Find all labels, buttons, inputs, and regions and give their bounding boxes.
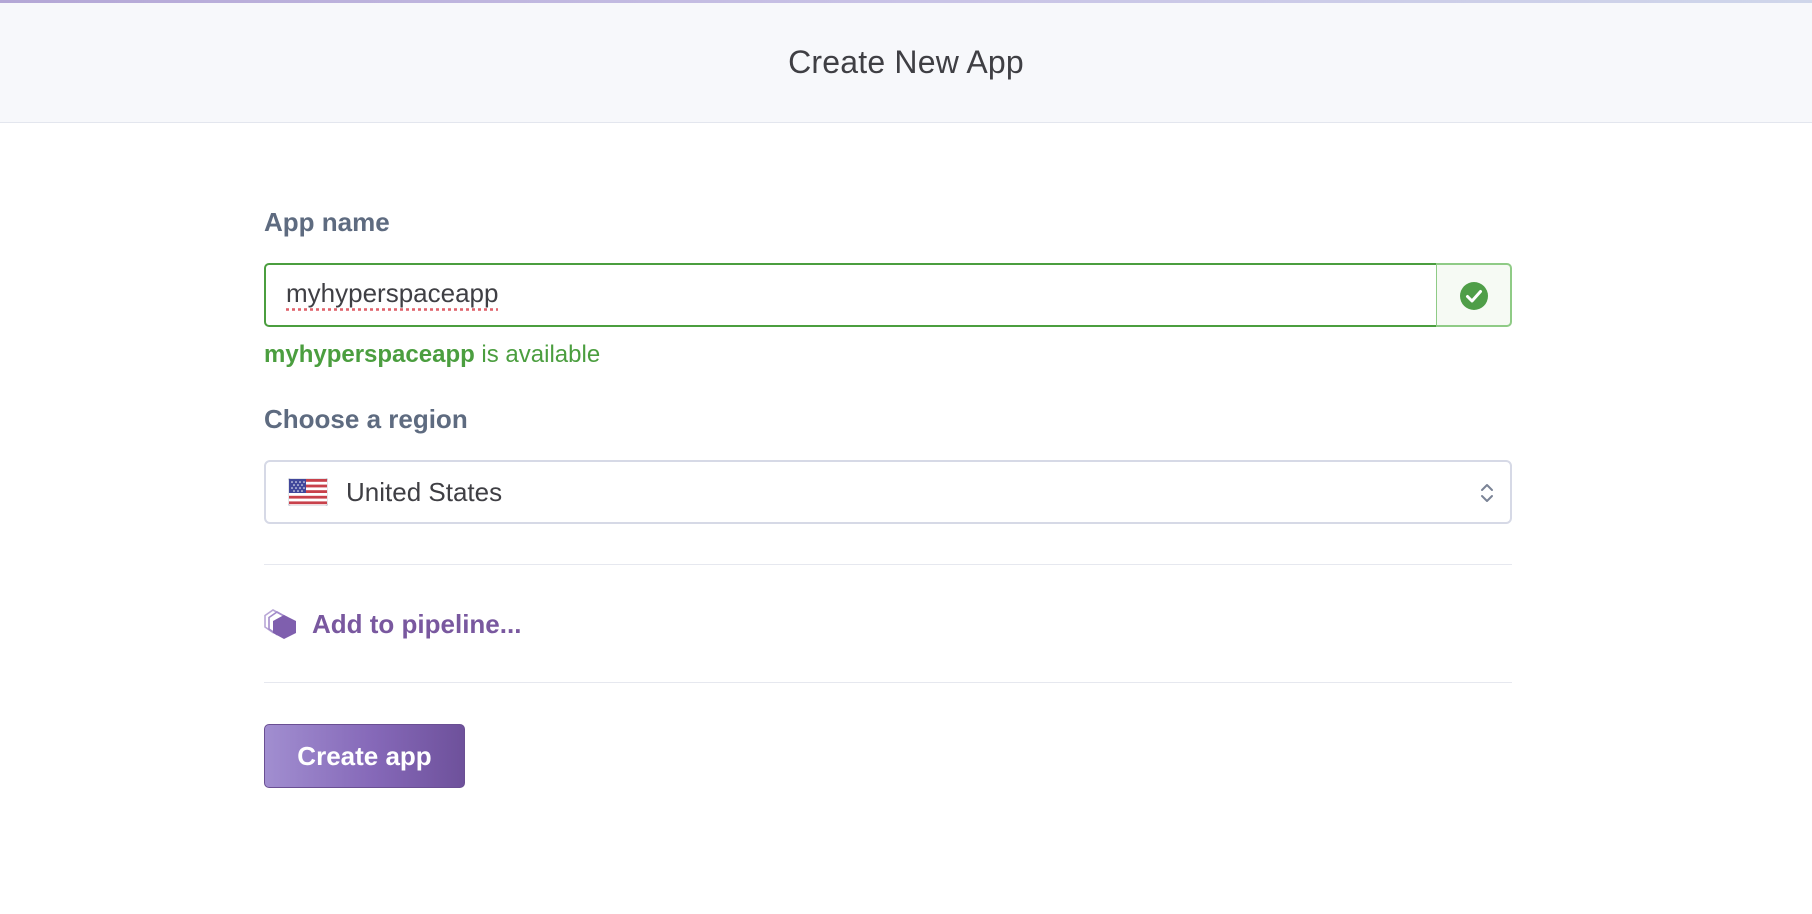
app-name-label: App name bbox=[264, 207, 390, 237]
add-to-pipeline-link[interactable]: Add to pipeline... bbox=[264, 604, 544, 644]
divider bbox=[264, 564, 1512, 565]
page-title: Create New App bbox=[788, 44, 1024, 80]
create-app-button[interactable]: Create app bbox=[264, 724, 465, 788]
page-header: Create New App bbox=[0, 0, 1812, 123]
us-flag-icon bbox=[288, 478, 328, 506]
pipeline-icon bbox=[264, 609, 296, 639]
region-selected-value: United States bbox=[346, 477, 503, 507]
app-name-input[interactable] bbox=[264, 263, 1438, 327]
availability-app-name: myhyperspaceapp bbox=[264, 341, 475, 368]
availability-message: myhyperspaceapp is available bbox=[264, 341, 600, 369]
check-circle-icon bbox=[1460, 282, 1488, 310]
app-name-field-group: myhyperspaceapp bbox=[264, 263, 1512, 327]
up-down-chevron-icon bbox=[1481, 484, 1493, 502]
top-accent-bar bbox=[0, 0, 1812, 3]
region-select[interactable]: United States bbox=[264, 460, 1512, 524]
add-to-pipeline-label: Add to pipeline... bbox=[312, 609, 522, 639]
availability-suffix: is available bbox=[474, 341, 601, 368]
region-label: Choose a region bbox=[264, 404, 468, 434]
divider bbox=[264, 682, 1512, 683]
app-name-status-addon bbox=[1436, 263, 1512, 327]
